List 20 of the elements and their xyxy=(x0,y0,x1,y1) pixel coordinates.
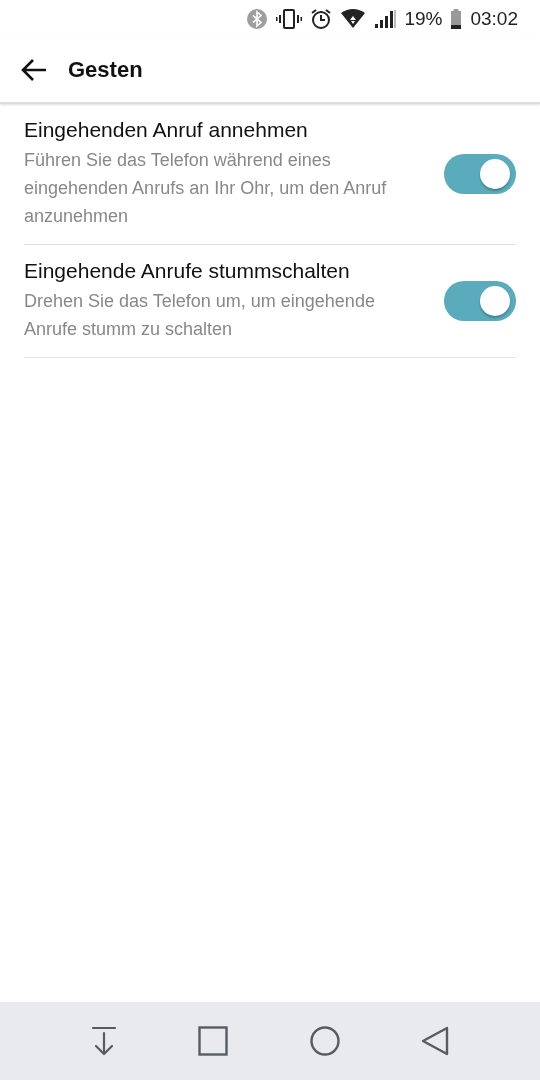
setting-title: Eingehende Anrufe stummschalten xyxy=(24,259,351,283)
battery-percent: 19% xyxy=(404,8,443,30)
wifi-icon xyxy=(340,8,367,30)
battery-icon xyxy=(450,8,463,30)
clock-time: 03:02 xyxy=(470,8,518,30)
back-icon[interactable] xyxy=(421,1026,450,1056)
home-icon[interactable] xyxy=(309,1026,340,1056)
back-arrow-icon[interactable] xyxy=(20,58,48,82)
vibrate-icon xyxy=(276,8,303,30)
page-title: Gesten xyxy=(68,57,143,83)
recents-icon[interactable] xyxy=(198,1026,229,1056)
alarm-icon xyxy=(310,8,333,30)
setting-description: Führen Sie das Telefon während eines eingehenden Anrufs an Ihr Ohr, um den Anruf anzunehmen xyxy=(24,149,388,228)
signal-icon xyxy=(374,8,397,30)
toggle-switch[interactable] xyxy=(444,281,516,321)
notification-pull-icon[interactable] xyxy=(90,1026,117,1056)
setting-description: Drehen Sie das Telefon um, um eingehende Anrufe stumm zu schalten xyxy=(24,290,376,341)
setting-title: Eingehenden Anruf annehmen xyxy=(24,118,309,142)
bluetooth-icon xyxy=(246,8,269,30)
toggle-switch[interactable] xyxy=(444,154,516,194)
